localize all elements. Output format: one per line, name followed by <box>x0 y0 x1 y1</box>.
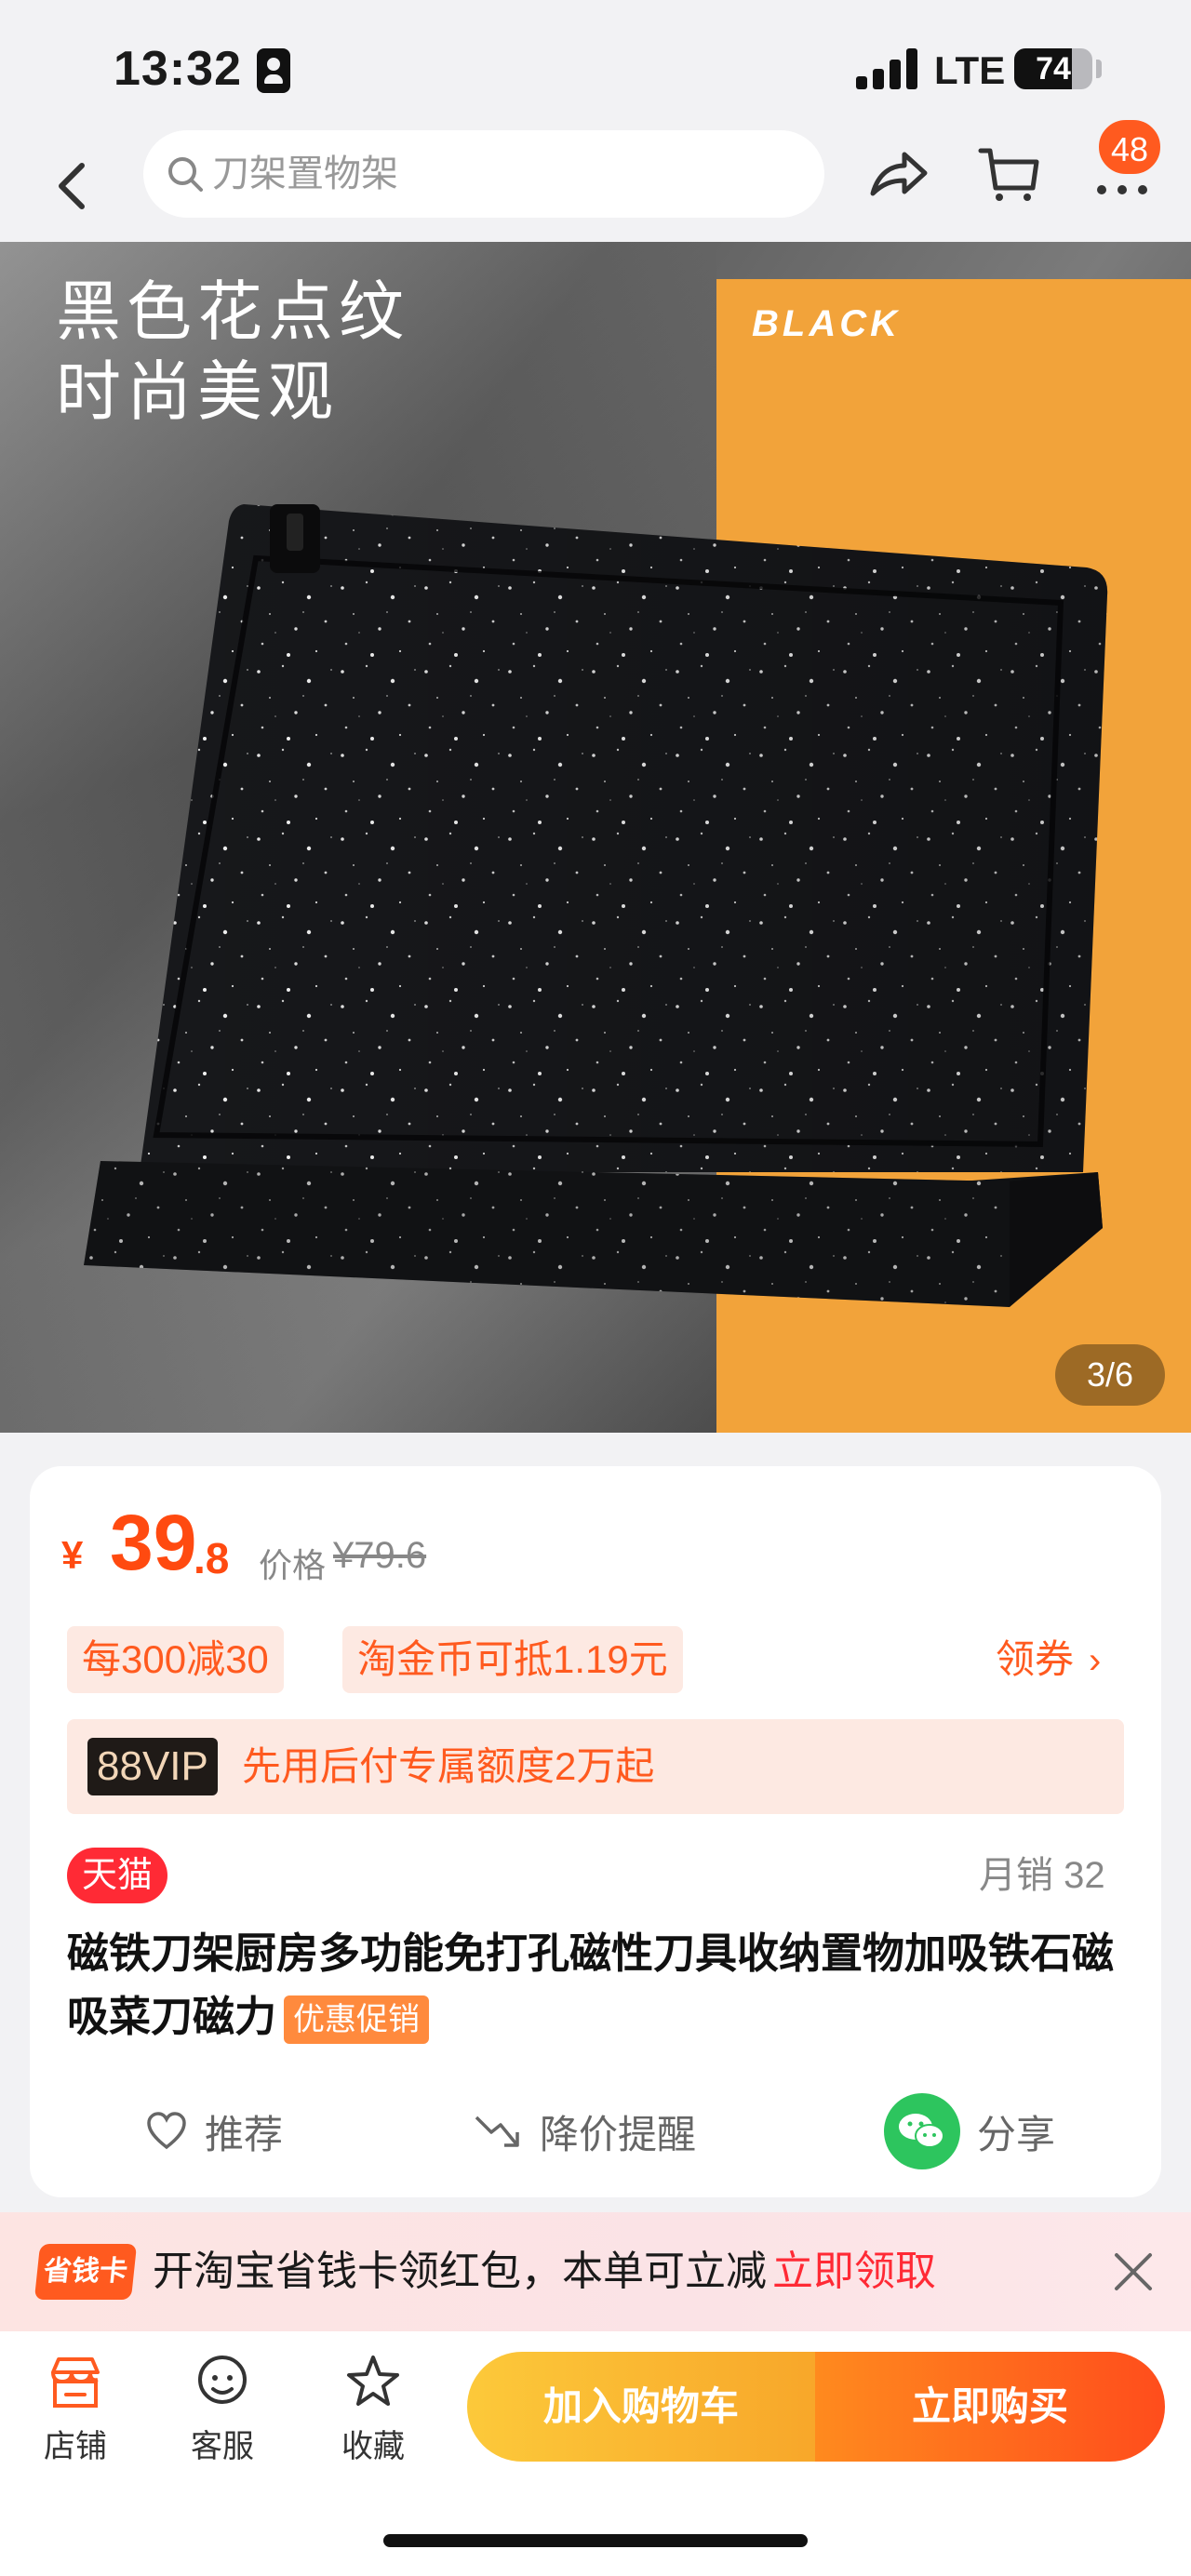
network-type: LTE <box>934 48 1006 92</box>
savings-card-banner[interactable]: 省钱卡 开淘宝省钱卡领红包，本单可立减 立即领取 <box>0 2212 1191 2331</box>
share-arrow-icon <box>870 152 928 196</box>
coins-tag[interactable]: 淘金币可抵1.19元 <box>342 1626 683 1693</box>
promo-badge: 优惠促销 <box>284 1995 430 2045</box>
price-alert-button[interactable]: 降价提醒 <box>473 2089 696 2173</box>
nav-bar: 刀架置物架 48 <box>0 117 1191 242</box>
tmall-badge: 天猫 <box>67 1848 168 1903</box>
vip-text: 先用后付专属额度2万起 <box>242 1744 655 1788</box>
favorite-button[interactable]: 收藏 <box>322 2352 424 2482</box>
search-icon <box>168 157 203 192</box>
price-integer: 39 <box>110 1499 197 1586</box>
store-label: 店铺 <box>44 2429 107 2464</box>
store-button[interactable]: 店铺 <box>24 2352 127 2482</box>
battery-level: 74 <box>1036 51 1071 87</box>
vip-badge: 88VIP <box>87 1738 218 1795</box>
wechat-share-button[interactable]: 分享 <box>884 2089 1055 2173</box>
price-alert-label: 降价提醒 <box>540 2112 697 2156</box>
savings-banner-text: 开淘宝省钱卡领红包，本单可立减 立即领取 <box>153 2212 936 2331</box>
search-input[interactable]: 刀架置物架 <box>143 130 824 218</box>
star-icon <box>347 2356 399 2406</box>
share-button[interactable] <box>865 141 930 207</box>
recommend-button[interactable]: 推荐 <box>145 2089 283 2173</box>
home-indicator <box>383 2534 808 2547</box>
savings-card-logo: 省钱卡 <box>33 2244 138 2300</box>
heart-icon <box>147 2112 186 2150</box>
customer-service-button[interactable]: 客服 <box>171 2352 274 2482</box>
action-row: 推荐 降价提醒 分享 <box>30 2089 1161 2173</box>
favorite-label: 收藏 <box>341 2429 405 2464</box>
product-title-text: 磁铁刀架厨房多功能免打孔磁性刀具收纳置物加吸铁石磁吸菜刀磁力 <box>67 1929 1115 2040</box>
store-icon <box>51 2357 100 2408</box>
price-decimal: .8 <box>194 1534 230 1582</box>
product-info-card: ¥ 39 .8 价格 ¥79.6 每300减30 淘金币可抵1.19元 领券 › … <box>30 1466 1161 2197</box>
discount-tag[interactable]: 每300减30 <box>67 1626 284 1693</box>
wechat-icon <box>884 2093 960 2169</box>
buy-now-button[interactable]: 立即购买 <box>815 2352 1165 2462</box>
original-price: ¥79.6 <box>333 1535 427 1576</box>
chevron-right-icon: › <box>1089 1640 1102 1681</box>
close-icon <box>1115 2253 1152 2290</box>
close-banner-button[interactable] <box>1109 2248 1158 2296</box>
status-time: 13:32 <box>114 42 242 96</box>
savings-claim-link[interactable]: 立即领取 <box>772 2249 936 2294</box>
vip-banner[interactable]: 88VIP 先用后付专属额度2万起 <box>67 1719 1124 1814</box>
get-coupon-label: 领券 <box>996 1637 1075 1681</box>
customer-service-label: 客服 <box>191 2429 254 2464</box>
battery-icon: 74 <box>1014 48 1092 89</box>
image-page-indicator: 3/6 <box>1055 1344 1165 1406</box>
price-currency: ¥ <box>61 1533 84 1577</box>
cart-button[interactable] <box>977 141 1042 207</box>
trend-down-icon <box>475 2116 519 2147</box>
customer-service-icon <box>198 2356 247 2404</box>
chevron-left-icon <box>59 163 85 209</box>
search-placeholder: 刀架置物架 <box>212 153 398 194</box>
recommend-label: 推荐 <box>205 2112 284 2156</box>
share-label: 分享 <box>977 2112 1056 2156</box>
back-button[interactable] <box>48 153 100 218</box>
status-bar: 13:32 LTE 74 <box>0 0 1191 130</box>
battery-nub <box>1096 60 1102 78</box>
message-count-badge: 48 <box>1096 117 1163 177</box>
original-price-label: 价格 <box>259 1546 327 1584</box>
add-to-cart-button[interactable]: 加入购物车 <box>467 2352 815 2462</box>
product-title: 磁铁刀架厨房多功能免打孔磁性刀具收纳置物加吸铁石磁吸菜刀磁力 优惠促销 <box>67 1922 1137 2049</box>
savings-message: 开淘宝省钱卡领红包，本单可立减 <box>153 2249 767 2294</box>
signal-strength-icon <box>856 48 919 89</box>
get-coupon-link[interactable]: 领券 › <box>996 1626 1101 1693</box>
cart-icon <box>978 148 1039 201</box>
product-image-carousel[interactable]: 黑色花点纹 时尚美观 BLACK 3/6 <box>0 242 1191 1433</box>
knife-board-product-image <box>84 504 1108 1307</box>
monthly-sales: 月销 32 <box>979 1855 1105 1896</box>
focus-mode-icon <box>257 48 290 93</box>
